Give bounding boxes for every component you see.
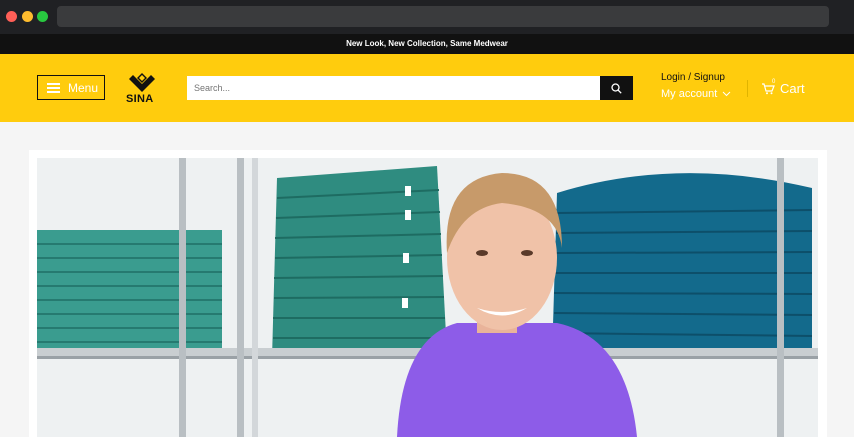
blue-scrubs-stack	[552, 173, 813, 358]
cart-button[interactable]: 0 Cart	[761, 78, 805, 96]
site-header: Menu SINA Login / Signup My account 0 Ca	[0, 54, 854, 122]
menu-button[interactable]: Menu	[37, 75, 105, 100]
hamburger-icon	[47, 82, 60, 93]
cart-label: Cart	[780, 81, 805, 96]
my-account-label: My account	[661, 88, 718, 100]
green-scrubs-stack-left	[37, 230, 222, 355]
address-bar[interactable]	[57, 6, 829, 27]
logo-text: SINA	[126, 93, 154, 105]
menu-label: Menu	[68, 80, 99, 95]
header-divider	[747, 80, 748, 97]
maximize-window-button[interactable]	[37, 11, 48, 22]
hero-illustration	[37, 158, 818, 437]
green-scrubs-stack-middle	[272, 166, 447, 358]
search-icon	[611, 82, 622, 94]
hero-image	[37, 158, 818, 437]
chevron-down-icon	[722, 91, 731, 97]
search-input[interactable]	[187, 76, 600, 100]
login-signup-link[interactable]: Login / Signup	[661, 72, 725, 83]
minimize-window-button[interactable]	[22, 11, 33, 22]
cart-count: 0	[772, 78, 776, 85]
close-window-button[interactable]	[6, 11, 17, 22]
search-button[interactable]	[600, 76, 633, 100]
browser-chrome	[0, 0, 854, 34]
cart-icon-wrap: 0	[761, 78, 776, 96]
announcement-bar: New Look, New Collection, Same Medwear	[0, 34, 854, 54]
my-account-dropdown[interactable]: My account	[661, 88, 731, 100]
